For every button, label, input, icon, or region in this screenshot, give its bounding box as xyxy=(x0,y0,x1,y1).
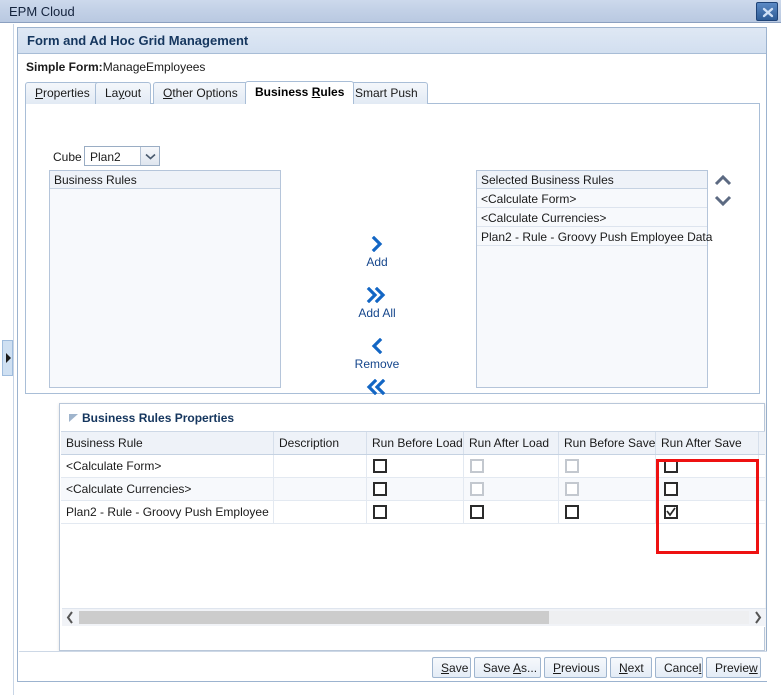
cell-run-after-load xyxy=(464,478,559,500)
cell-description xyxy=(274,478,367,500)
dialog-footer: Save Save As... Previous Next Cancel Fin… xyxy=(19,651,767,681)
scrollbar-thumb[interactable] xyxy=(79,611,549,624)
save-as-button[interactable]: Save As... xyxy=(474,657,541,678)
scroll-left-icon[interactable] xyxy=(63,609,78,626)
dialog-header: Form and Ad Hoc Grid Management xyxy=(18,28,766,54)
table-row[interactable]: Plan2 - Rule - Groovy Push Employee Data xyxy=(61,501,765,524)
checkbox-run-before-load[interactable] xyxy=(373,505,387,519)
tab-business-rules[interactable]: Business Rules xyxy=(245,81,355,104)
form-subtitle-value: ManageEmployees xyxy=(102,60,206,74)
checkbox-run-before-save xyxy=(565,482,579,496)
cell-run-before-save xyxy=(559,455,656,477)
cell-description xyxy=(274,501,367,523)
tab-smart-push[interactable]: Smart Push xyxy=(345,82,428,104)
list-item[interactable]: <Calculate Form> xyxy=(477,190,707,208)
list-item[interactable]: <Calculate Currencies> xyxy=(477,209,707,227)
sidebar-rail xyxy=(0,24,14,695)
cell-run-after-save xyxy=(656,478,759,500)
scroll-right-icon[interactable] xyxy=(750,609,765,626)
column-header-run-before-load[interactable]: Run Before Load xyxy=(367,432,464,454)
checkbox-run-after-save[interactable] xyxy=(664,459,678,473)
checkbox-run-after-load xyxy=(470,459,484,473)
checkbox-run-before-save[interactable] xyxy=(565,505,579,519)
tab-strip: Properties Layout Other Options Business… xyxy=(25,81,760,104)
cube-select-value: Plan2 xyxy=(90,150,121,164)
cell-run-before-save xyxy=(559,501,656,523)
cell-run-before-load xyxy=(367,501,464,523)
previous-button[interactable]: Previous xyxy=(544,657,607,678)
dialog-title: Form and Ad Hoc Grid Management xyxy=(27,33,249,48)
chevron-down-icon[interactable] xyxy=(140,147,159,165)
cancel-button[interactable]: Cancel xyxy=(655,657,703,678)
add-button[interactable]: Add xyxy=(344,235,410,269)
form-subtitle: Simple Form:ManageEmployees xyxy=(26,60,205,74)
cell-run-after-load xyxy=(464,501,559,523)
cell-run-before-save xyxy=(559,478,656,500)
business-rules-properties-panel: Business Rules Properties Business Rule … xyxy=(59,403,766,651)
move-up-icon[interactable] xyxy=(712,173,734,192)
selected-list-header: Selected Business Rules xyxy=(477,171,707,189)
column-header-description[interactable]: Description xyxy=(274,432,367,454)
window-titlebar: EPM Cloud xyxy=(0,0,781,23)
selected-business-rules-list[interactable]: Selected Business Rules <Calculate Form>… xyxy=(476,170,712,388)
table-row[interactable]: <Calculate Form> xyxy=(61,455,765,478)
application-window: EPM Cloud Form and Ad Hoc Grid Managemen… xyxy=(0,0,781,695)
cube-label: Cube xyxy=(53,150,82,164)
chevrons-right-icon xyxy=(344,286,410,305)
column-header-run-after-load[interactable]: Run After Load xyxy=(464,432,559,454)
remove-all-button[interactable] xyxy=(344,378,410,398)
available-business-rules-list[interactable]: Business Rules xyxy=(49,170,281,388)
column-header-run-after-save[interactable]: Run After Save xyxy=(656,432,759,454)
cell-run-before-load xyxy=(367,478,464,500)
grid-header-row: Business Rule Description Run Before Loa… xyxy=(61,432,765,455)
column-header-business-rule[interactable]: Business Rule xyxy=(61,432,274,454)
cell-run-after-load xyxy=(464,455,559,477)
table-row[interactable]: <Calculate Currencies> xyxy=(61,478,765,501)
cell-business-rule: <Calculate Form> xyxy=(61,455,274,477)
save-button[interactable]: Save xyxy=(432,657,471,678)
checkbox-run-after-save[interactable] xyxy=(664,505,678,519)
cell-run-after-save xyxy=(656,501,759,523)
sidebar-expand-icon[interactable] xyxy=(2,340,13,376)
add-all-button[interactable]: Add All xyxy=(344,286,410,320)
checkbox-run-before-save xyxy=(565,459,579,473)
cell-description xyxy=(274,455,367,477)
preview-button[interactable]: Preview xyxy=(706,657,761,678)
add-button-label: Add xyxy=(366,255,388,269)
checkbox-run-after-load[interactable] xyxy=(470,505,484,519)
remove-button[interactable]: Remove xyxy=(344,337,410,371)
checkbox-run-before-load[interactable] xyxy=(373,459,387,473)
tab-layout[interactable]: Layout xyxy=(95,82,152,104)
move-down-icon[interactable] xyxy=(712,192,734,211)
business-rules-tab-panel: Cube Plan2 Business Rules Add Add All Re… xyxy=(25,104,760,396)
chevron-right-icon xyxy=(344,235,410,254)
business-rules-properties-grid: Business Rule Description Run Before Loa… xyxy=(61,431,766,627)
cell-business-rule: Plan2 - Rule - Groovy Push Employee Data xyxy=(61,501,274,523)
properties-panel-title: Business Rules Properties xyxy=(82,411,235,425)
tab-other-options[interactable]: Other Options xyxy=(153,82,248,104)
tab-properties[interactable]: Properties xyxy=(25,82,100,104)
available-list-header: Business Rules xyxy=(50,171,280,189)
list-item[interactable]: Plan2 - Rule - Groovy Push Employee Data xyxy=(477,228,712,246)
checkbox-run-before-load[interactable] xyxy=(373,482,387,496)
chevron-left-icon xyxy=(344,337,410,356)
form-subtitle-label: Simple Form: xyxy=(26,60,103,74)
column-header-run-before-save[interactable]: Run Before Save xyxy=(559,432,656,454)
window-title: EPM Cloud xyxy=(9,4,75,19)
cell-business-rule: <Calculate Currencies> xyxy=(61,478,274,500)
cell-run-before-load xyxy=(367,455,464,477)
close-icon[interactable] xyxy=(756,2,778,21)
remove-button-label: Remove xyxy=(354,357,400,371)
grid-horizontal-scrollbar[interactable] xyxy=(62,608,766,626)
triangle-expanded-icon[interactable] xyxy=(68,412,79,426)
cell-run-after-save xyxy=(656,455,759,477)
chevrons-left-icon xyxy=(344,378,410,397)
checkbox-run-after-load xyxy=(470,482,484,496)
checkbox-run-after-save[interactable] xyxy=(664,482,678,496)
cube-select[interactable]: Plan2 xyxy=(84,146,160,166)
next-button[interactable]: Next xyxy=(610,657,652,678)
form-management-dialog: Form and Ad Hoc Grid Management Simple F… xyxy=(17,27,767,682)
add-all-button-label: Add All xyxy=(358,306,396,320)
